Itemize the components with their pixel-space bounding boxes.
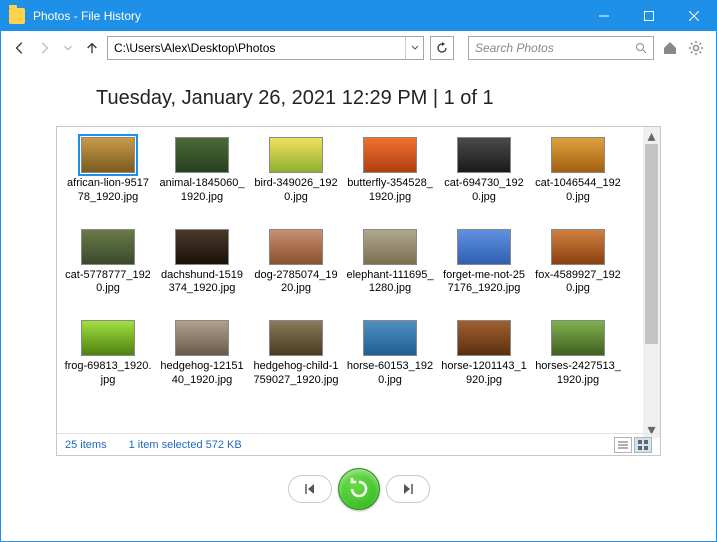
file-thumbnail bbox=[363, 137, 417, 173]
file-name: bird-349026_1920.jpg bbox=[249, 177, 343, 205]
file-item[interactable]: animal-1845060_1920.jpg bbox=[155, 137, 249, 225]
settings-button[interactable] bbox=[686, 40, 706, 56]
view-details-button[interactable] bbox=[614, 437, 632, 453]
status-bar: 25 items 1 item selected 572 KB bbox=[57, 433, 660, 455]
file-thumbnail bbox=[81, 137, 135, 173]
file-item[interactable]: dog-2785074_1920.jpg bbox=[249, 229, 343, 317]
file-item[interactable]: hedgehog-1215140_1920.jpg bbox=[155, 320, 249, 408]
file-thumbnail bbox=[551, 320, 605, 356]
refresh-button[interactable] bbox=[430, 36, 454, 60]
file-name: cat-1046544_1920.jpg bbox=[531, 177, 625, 205]
home-button[interactable] bbox=[660, 40, 680, 56]
search-placeholder: Search Photos bbox=[475, 41, 635, 55]
file-name: animal-1845060_1920.jpg bbox=[155, 177, 249, 205]
file-item[interactable]: frog-69813_1920.jpg bbox=[61, 320, 155, 408]
status-selection: 1 item selected 572 KB bbox=[129, 439, 242, 451]
file-thumbnail bbox=[81, 320, 135, 356]
file-name: dachshund-1519374_1920.jpg bbox=[155, 269, 249, 297]
scroll-up-icon[interactable]: ▴ bbox=[643, 127, 660, 144]
file-thumbnail bbox=[457, 320, 511, 356]
address-dropdown[interactable] bbox=[405, 37, 423, 59]
file-list: african-lion-951778_1920.jpganimal-18450… bbox=[56, 126, 661, 456]
file-thumbnail bbox=[175, 320, 229, 356]
file-name: hedgehog-1215140_1920.jpg bbox=[155, 360, 249, 388]
scrollbar-thumb[interactable] bbox=[645, 144, 658, 344]
file-item[interactable]: african-lion-951778_1920.jpg bbox=[61, 137, 155, 225]
restore-button[interactable] bbox=[338, 468, 380, 510]
file-thumbnail bbox=[175, 137, 229, 173]
file-item[interactable]: cat-5778777_1920.jpg bbox=[61, 229, 155, 317]
player-controls bbox=[56, 468, 661, 510]
file-thumbnail bbox=[551, 137, 605, 173]
file-name: elephant-111695_1280.jpg bbox=[343, 269, 437, 297]
file-thumbnail bbox=[363, 229, 417, 265]
file-thumbnail bbox=[457, 137, 511, 173]
file-item[interactable]: butterfly-354528_1920.jpg bbox=[343, 137, 437, 225]
file-name: forget-me-not-257176_1920.jpg bbox=[437, 269, 531, 297]
maximize-button[interactable] bbox=[626, 1, 671, 31]
app-icon bbox=[9, 8, 25, 24]
file-name: frog-69813_1920.jpg bbox=[61, 360, 155, 388]
back-button[interactable] bbox=[11, 41, 29, 55]
file-name: butterfly-354528_1920.jpg bbox=[343, 177, 437, 205]
up-button[interactable] bbox=[83, 41, 101, 55]
file-name: dog-2785074_1920.jpg bbox=[249, 269, 343, 297]
page-title: Tuesday, January 26, 2021 12:29 PM | 1 o… bbox=[96, 87, 661, 110]
file-item[interactable]: fox-4589927_1920.jpg bbox=[531, 229, 625, 317]
file-name: cat-694730_1920.jpg bbox=[437, 177, 531, 205]
window-title: Photos - File History bbox=[33, 9, 581, 23]
file-item[interactable]: hedgehog-child-1759027_1920.jpg bbox=[249, 320, 343, 408]
file-item[interactable]: dachshund-1519374_1920.jpg bbox=[155, 229, 249, 317]
address-input[interactable] bbox=[108, 37, 405, 59]
file-name: fox-4589927_1920.jpg bbox=[531, 269, 625, 297]
scrollbar[interactable]: ▴ ▾ bbox=[643, 127, 660, 438]
navigation-bar: Search Photos bbox=[1, 31, 716, 65]
history-dropdown[interactable] bbox=[59, 41, 77, 55]
file-name: african-lion-951778_1920.jpg bbox=[61, 177, 155, 205]
file-thumbnail bbox=[363, 320, 417, 356]
next-version-button[interactable] bbox=[386, 475, 430, 503]
file-item[interactable]: cat-694730_1920.jpg bbox=[437, 137, 531, 225]
minimize-button[interactable] bbox=[581, 1, 626, 31]
title-bar: Photos - File History bbox=[1, 1, 716, 31]
address-bar[interactable] bbox=[107, 36, 424, 60]
forward-button[interactable] bbox=[35, 41, 53, 55]
file-item[interactable]: cat-1046544_1920.jpg bbox=[531, 137, 625, 225]
file-thumbnail bbox=[81, 229, 135, 265]
file-item[interactable]: horse-60153_1920.jpg bbox=[343, 320, 437, 408]
close-button[interactable] bbox=[671, 1, 716, 31]
file-name: cat-5778777_1920.jpg bbox=[61, 269, 155, 297]
file-name: hedgehog-child-1759027_1920.jpg bbox=[249, 360, 343, 388]
view-thumbnails-button[interactable] bbox=[634, 437, 652, 453]
status-count: 25 items bbox=[65, 439, 107, 451]
file-item[interactable]: elephant-111695_1280.jpg bbox=[343, 229, 437, 317]
search-box[interactable]: Search Photos bbox=[468, 36, 654, 60]
file-item[interactable]: forget-me-not-257176_1920.jpg bbox=[437, 229, 531, 317]
file-thumbnail bbox=[269, 320, 323, 356]
previous-version-button[interactable] bbox=[288, 475, 332, 503]
file-item[interactable]: horse-1201143_1920.jpg bbox=[437, 320, 531, 408]
file-name: horses-2427513_1920.jpg bbox=[531, 360, 625, 388]
file-name: horse-1201143_1920.jpg bbox=[437, 360, 531, 388]
file-thumbnail bbox=[269, 137, 323, 173]
file-thumbnail bbox=[457, 229, 511, 265]
file-item[interactable]: horses-2427513_1920.jpg bbox=[531, 320, 625, 408]
file-thumbnail bbox=[175, 229, 229, 265]
file-name: horse-60153_1920.jpg bbox=[343, 360, 437, 388]
file-thumbnail bbox=[551, 229, 605, 265]
file-thumbnail bbox=[269, 229, 323, 265]
file-item[interactable]: bird-349026_1920.jpg bbox=[249, 137, 343, 225]
search-icon bbox=[635, 42, 647, 54]
